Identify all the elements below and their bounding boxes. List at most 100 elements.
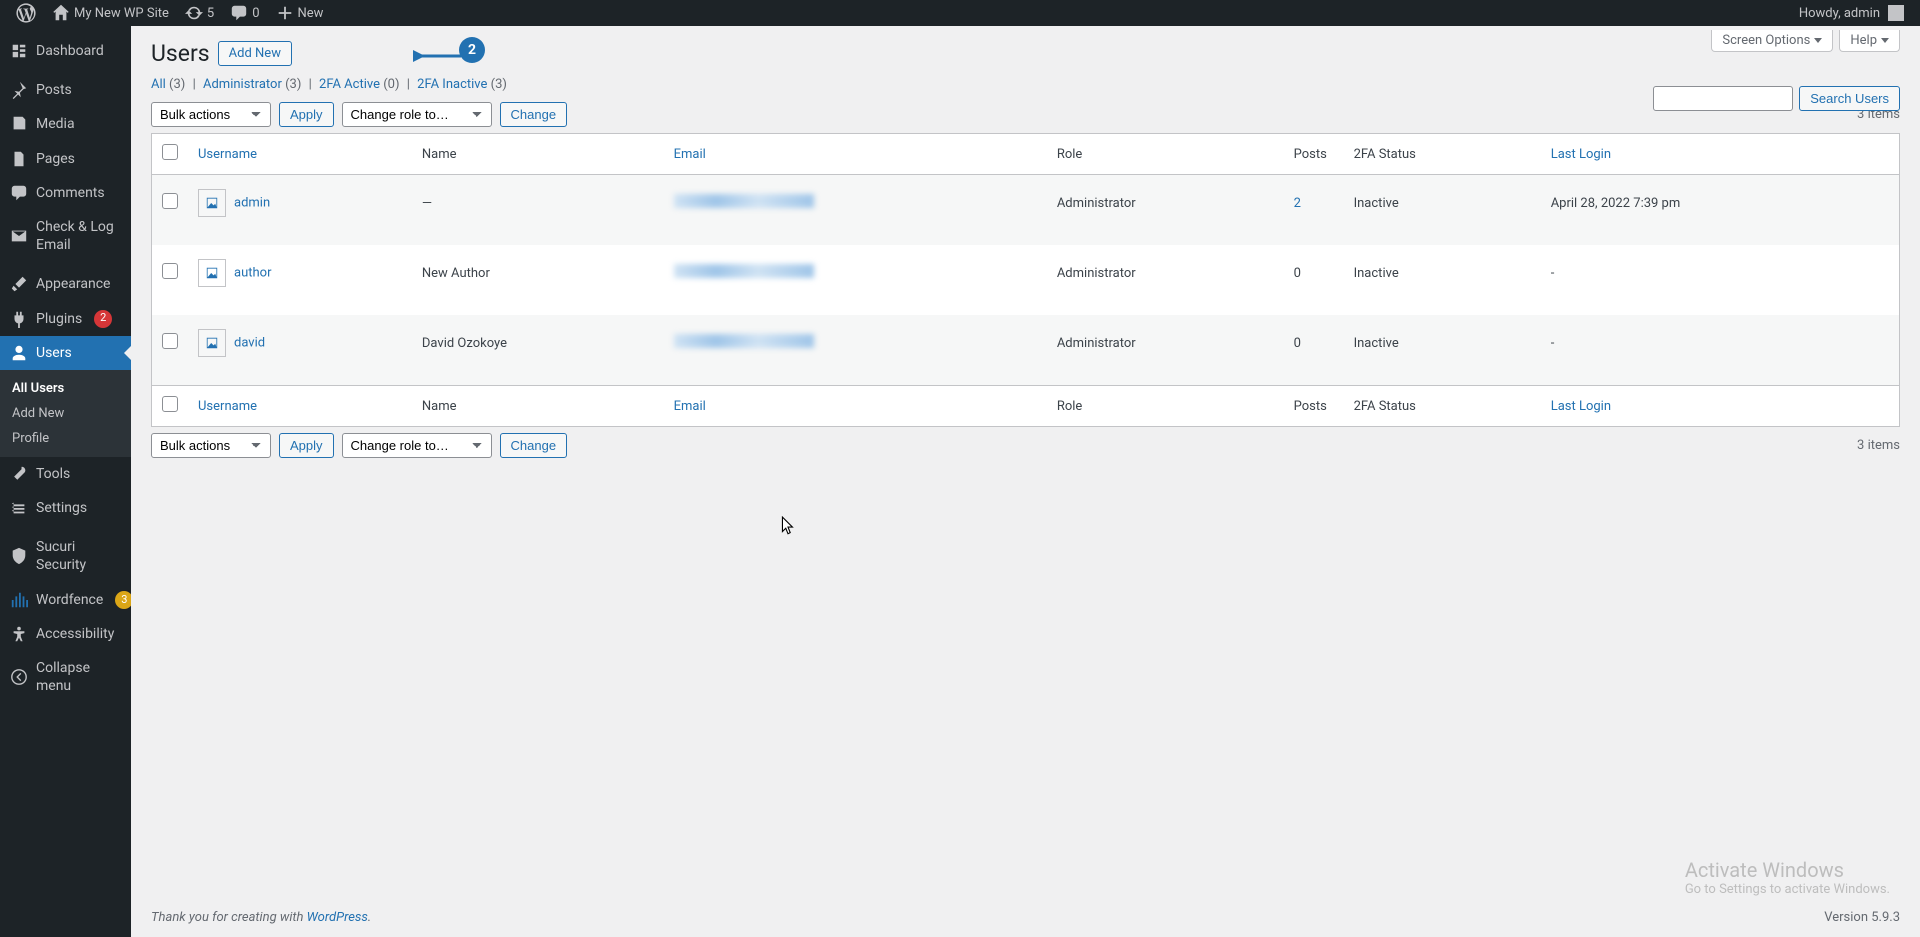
site-name-link[interactable]: My New WP Site	[44, 0, 177, 26]
sidebar-item-settings[interactable]: Settings	[0, 491, 131, 525]
username-link[interactable]: admin	[234, 195, 270, 210]
bulk-actions-select-bottom[interactable]: Bulk actions	[151, 433, 271, 458]
apply-button[interactable]: Apply	[279, 102, 334, 127]
col-email[interactable]: Email	[664, 134, 1047, 175]
email-blurred	[674, 194, 814, 208]
mouse-cursor	[781, 516, 795, 540]
submenu-profile[interactable]: Profile	[0, 426, 131, 451]
email-blurred	[674, 264, 814, 278]
row-checkbox[interactable]	[162, 263, 178, 279]
posts-cell: 0	[1284, 245, 1344, 315]
col-email[interactable]: Email	[664, 385, 1047, 426]
table-row: david David Ozokoye Administrator 0 Inac…	[152, 315, 1899, 385]
avatar-placeholder	[198, 329, 226, 357]
sidebar-item-label: Collapse menu	[36, 659, 123, 695]
wordpress-link[interactable]: WordPress	[307, 910, 368, 925]
sidebar-item-appearance[interactable]: Appearance	[0, 267, 131, 301]
sidebar-item-users[interactable]: Users	[0, 336, 131, 370]
col-role: Role	[1047, 385, 1284, 426]
role-cell: Administrator	[1047, 175, 1284, 245]
sidebar-item-label: Sucuri Security	[36, 538, 123, 574]
row-checkbox[interactable]	[162, 193, 178, 209]
dashboard-icon	[10, 42, 28, 60]
plugins-badge: 2	[94, 310, 112, 328]
tools-icon	[10, 465, 28, 483]
content-area: Screen Options Help Users Add New 2 All …	[131, 26, 1920, 937]
change-button-bottom[interactable]: Change	[500, 433, 568, 458]
sidebar-item-accessibility[interactable]: Accessibility	[0, 617, 131, 651]
change-role-select-bottom[interactable]: Change role to…	[342, 433, 492, 458]
comments-link[interactable]: 0	[222, 0, 267, 26]
select-all-checkbox[interactable]	[162, 144, 178, 160]
tablenav-bottom: Bulk actions Apply Change role to… Chang…	[151, 433, 1900, 458]
filter-administrator[interactable]: Administrator	[203, 77, 282, 92]
change-button[interactable]: Change	[500, 102, 568, 127]
col-posts: Posts	[1284, 385, 1344, 426]
col-last-login[interactable]: Last Login	[1541, 134, 1899, 175]
col-username[interactable]: Username	[188, 134, 412, 175]
sidebar-item-wordfence[interactable]: Wordfence3	[0, 583, 131, 617]
search-box: Search Users	[1653, 86, 1900, 111]
tablenav-top: Bulk actions Apply Change role to… Chang…	[151, 102, 1900, 127]
filter-2fa-inactive[interactable]: 2FA Inactive	[417, 77, 487, 92]
comment-icon	[230, 4, 248, 22]
items-count-bottom: 3 items	[1857, 438, 1900, 453]
sidebar-item-comments[interactable]: Comments	[0, 176, 131, 210]
admin-sidebar: Dashboard Posts Media Pages Comments Che…	[0, 26, 131, 937]
sidebar-item-label: Media	[36, 115, 75, 133]
site-name: My New WP Site	[74, 6, 169, 21]
role-cell: Administrator	[1047, 315, 1284, 385]
col-username[interactable]: Username	[188, 385, 412, 426]
sidebar-item-label: Pages	[36, 150, 75, 168]
wp-logo[interactable]	[8, 0, 44, 26]
sidebar-item-posts[interactable]: Posts	[0, 73, 131, 107]
apply-button-bottom[interactable]: Apply	[279, 433, 334, 458]
search-users-button[interactable]: Search Users	[1799, 86, 1900, 111]
sidebar-item-plugins[interactable]: Plugins2	[0, 302, 131, 336]
col-name: Name	[412, 385, 664, 426]
sidebar-item-check-log-email[interactable]: Check & Log Email	[0, 210, 131, 262]
change-role-select[interactable]: Change role to…	[342, 102, 492, 127]
plugin-icon	[10, 310, 28, 328]
select-all-checkbox-bottom[interactable]	[162, 396, 178, 412]
updates-link[interactable]: 5	[177, 0, 222, 26]
sidebar-item-tools[interactable]: Tools	[0, 457, 131, 491]
add-new-button[interactable]: Add New	[218, 41, 292, 66]
search-input[interactable]	[1653, 86, 1793, 111]
sidebar-item-media[interactable]: Media	[0, 107, 131, 141]
sidebar-item-label: Check & Log Email	[36, 218, 123, 254]
sidebar-item-sucuri[interactable]: Sucuri Security	[0, 530, 131, 582]
filter-2fa-active[interactable]: 2FA Active	[319, 77, 380, 92]
howdy-account[interactable]: Howdy, admin	[1791, 0, 1912, 26]
avatar-placeholder	[198, 189, 226, 217]
bulk-actions-select[interactable]: Bulk actions	[151, 102, 271, 127]
filter-all[interactable]: All	[151, 77, 166, 92]
brush-icon	[10, 275, 28, 293]
col-last-login[interactable]: Last Login	[1541, 385, 1899, 426]
annotation-arrow	[413, 46, 463, 66]
row-checkbox[interactable]	[162, 333, 178, 349]
col-2fa: 2FA Status	[1344, 385, 1541, 426]
col-role: Role	[1047, 134, 1284, 175]
username-link[interactable]: author	[234, 265, 271, 280]
pin-icon	[10, 81, 28, 99]
username-link[interactable]: david	[234, 335, 265, 350]
sidebar-item-pages[interactable]: Pages	[0, 142, 131, 176]
avatar-placeholder	[198, 259, 226, 287]
new-content-link[interactable]: New	[268, 0, 332, 26]
submenu-add-new[interactable]: Add New	[0, 401, 131, 426]
wordpress-icon	[16, 3, 36, 23]
wordfence-badge: 3	[115, 591, 131, 609]
fa-status-cell: Inactive	[1344, 315, 1541, 385]
new-label: New	[298, 6, 324, 21]
sidebar-item-label: Dashboard	[36, 42, 104, 60]
col-posts: Posts	[1284, 134, 1344, 175]
submenu-all-users[interactable]: All Users	[0, 376, 131, 401]
posts-link[interactable]: 2	[1294, 196, 1301, 211]
avatar	[1888, 5, 1904, 21]
home-icon	[52, 4, 70, 22]
sidebar-item-collapse[interactable]: Collapse menu	[0, 651, 131, 703]
email-icon	[10, 227, 28, 245]
sidebar-item-dashboard[interactable]: Dashboard	[0, 34, 131, 68]
sidebar-item-label: Appearance	[36, 275, 110, 293]
